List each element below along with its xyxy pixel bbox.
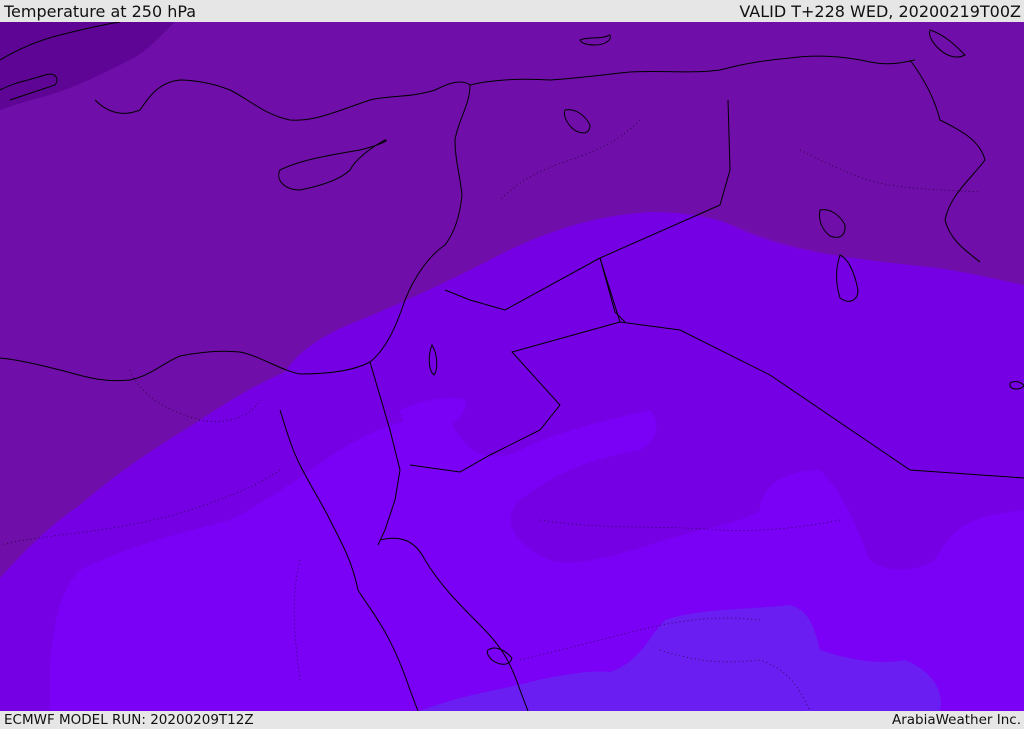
footer-bar: ECMWF MODEL RUN: 20200209T12Z ArabiaWeat… xyxy=(0,711,1024,729)
valid-time: VALID T+228 WED, 20200219T00Z xyxy=(739,1,1021,21)
model-run: ECMWF MODEL RUN: 20200209T12Z xyxy=(4,712,254,728)
temperature-map xyxy=(0,22,1024,711)
brand-credit: ArabiaWeather Inc. xyxy=(891,712,1021,728)
map-title: Temperature at 250 hPa xyxy=(4,1,197,21)
header-bar: Temperature at 250 hPa VALID T+228 WED, … xyxy=(0,0,1024,22)
